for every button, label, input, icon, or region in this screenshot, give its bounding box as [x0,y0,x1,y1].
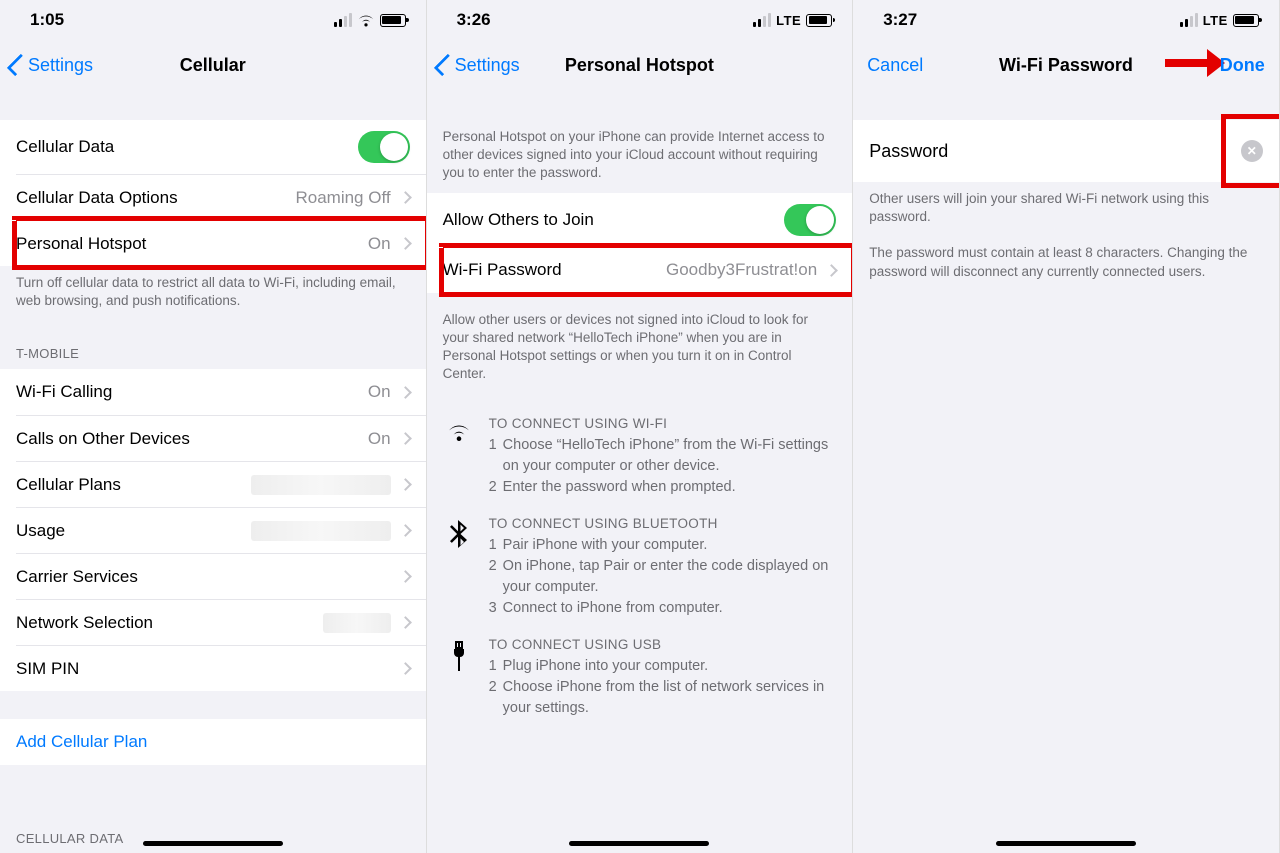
battery-icon [380,14,406,27]
status-time: 3:27 [883,10,917,30]
screen-cellular: 1:05 Settings Cellular Cellular Data Cel… [0,0,427,853]
cancel-button[interactable]: Cancel [867,55,923,76]
password-label: Password [869,141,948,162]
row-add-cellular-plan[interactable]: Add Cellular Plan [0,719,426,765]
back-button[interactable]: Settings [6,40,93,90]
bluetooth-icon [449,520,469,550]
chevron-right-icon [399,663,412,676]
screen-wifi-password: 3:27 LTE Cancel Wi-Fi Password Done Pass… [853,0,1280,853]
wifi-icon [357,14,375,27]
chevron-left-icon [7,54,30,77]
toggle-allow-others[interactable] [784,204,836,236]
row-cellular-plans[interactable]: Cellular Plans [16,461,426,507]
status-bar: 3:27 LTE [853,0,1279,40]
nav-header: Settings Personal Hotspot [427,40,853,90]
row-allow-others[interactable]: Allow Others to Join [427,193,853,247]
signal-icon [1180,13,1198,27]
home-indicator[interactable] [569,841,709,846]
status-time: 3:26 [457,10,491,30]
row-personal-hotspot[interactable]: Personal Hotspot On [16,220,426,266]
page-title: Personal Hotspot [565,55,714,76]
row-usage[interactable]: Usage [16,507,426,553]
row-network-selection[interactable]: Network Selection [16,599,426,645]
chevron-right-icon [399,386,412,399]
row-carrier-services[interactable]: Carrier Services [16,553,426,599]
chevron-right-icon [825,264,838,277]
description-allow-others: Allow other users or devices not signed … [427,293,853,402]
screen-personal-hotspot: 3:26 LTE Settings Personal Hotspot Perso… [427,0,854,853]
home-indicator[interactable] [996,841,1136,846]
blurred-value [251,475,391,495]
lte-label: LTE [1203,13,1228,28]
back-button[interactable]: Settings [433,40,520,90]
status-bar: 1:05 [0,0,426,40]
done-button[interactable]: Done [1220,55,1265,76]
row-wifi-calling[interactable]: Wi-Fi Calling On [0,369,426,415]
footer-restrict: Turn off cellular data to restrict all d… [0,266,426,328]
connect-bluetooth-title: TO CONNECT USING BLUETOOTH [489,516,837,531]
row-cellular-data[interactable]: Cellular Data [0,120,426,174]
signal-icon [334,13,352,27]
connect-wifi-section: TO CONNECT USING WI-FI 1Choose “HelloTec… [427,402,853,502]
footer-requirements: The password must contain at least 8 cha… [853,244,1279,298]
clear-icon[interactable] [1241,140,1263,162]
battery-icon [1233,14,1259,27]
nav-header: Settings Cellular [0,40,426,90]
blurred-value [251,521,391,541]
connect-bluetooth-section: TO CONNECT USING BLUETOOTH 1Pair iPhone … [427,502,853,623]
nav-header: Cancel Wi-Fi Password Done [853,40,1279,90]
row-cellular-data-options[interactable]: Cellular Data Options Roaming Off [16,174,426,220]
connect-wifi-title: TO CONNECT USING WI-FI [489,416,837,431]
section-header-carrier: T-MOBILE [0,328,426,369]
status-time: 1:05 [30,10,64,30]
status-bar: 3:26 LTE [427,0,853,40]
row-sim-pin[interactable]: SIM PIN [16,645,426,691]
toggle-cellular-data[interactable] [358,131,410,163]
battery-icon [806,14,832,27]
wifi-icon [445,420,473,442]
chevron-right-icon [399,433,412,446]
arrow-annotation-icon [1165,59,1211,67]
page-title: Cellular [180,55,246,76]
row-calls-on-other[interactable]: Calls on Other Devices On [16,415,426,461]
blurred-value [323,613,391,633]
footer-join: Other users will join your shared Wi-Fi … [853,182,1279,244]
description-icloud: Personal Hotspot on your iPhone can prov… [427,120,853,193]
row-wifi-password[interactable]: Wi-Fi Password Goodby3Frustrat!on [443,247,853,293]
chevron-right-icon [399,525,412,538]
chevron-right-icon [399,571,412,584]
home-indicator[interactable] [143,841,283,846]
chevron-right-icon [399,237,412,250]
page-title: Wi-Fi Password [999,55,1133,76]
lte-label: LTE [776,13,801,28]
usb-icon [450,641,468,675]
chevron-right-icon [399,479,412,492]
signal-icon [753,13,771,27]
row-password-field[interactable]: Password [853,120,1279,182]
chevron-left-icon [433,54,456,77]
connect-usb-section: TO CONNECT USING USB 1Plug iPhone into y… [427,623,853,723]
chevron-right-icon [399,617,412,630]
connect-usb-title: TO CONNECT USING USB [489,637,837,652]
chevron-right-icon [399,191,412,204]
